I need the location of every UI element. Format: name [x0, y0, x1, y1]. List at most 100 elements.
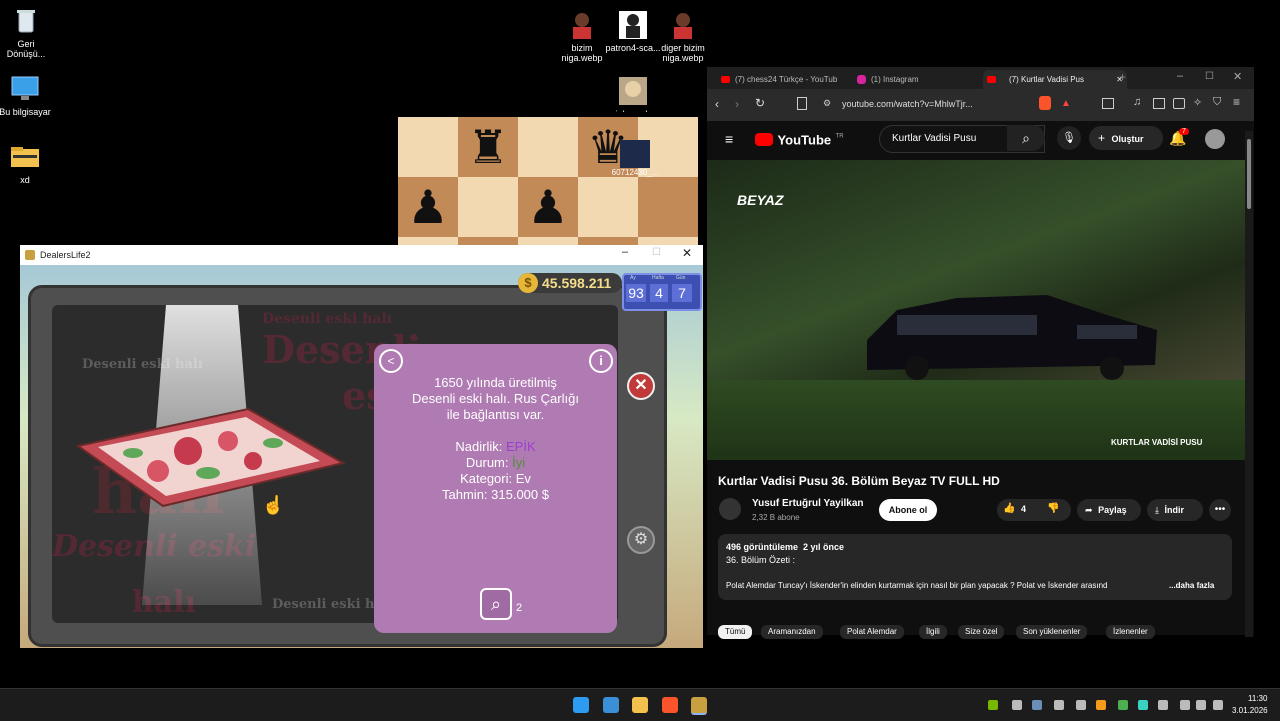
avatar[interactable] [1205, 129, 1225, 149]
brave-browser-icon[interactable] [662, 697, 678, 713]
maximize-button[interactable]: ☐ [1205, 71, 1214, 82]
more-actions-button[interactable]: ••• [1209, 499, 1231, 521]
magnifier-icon: ⌕ [490, 594, 502, 614]
dealerslife2-app-icon[interactable] [691, 697, 707, 715]
clock-time[interactable]: 11:30 [1248, 694, 1267, 703]
scrollbar[interactable] [1245, 131, 1253, 637]
share-icon[interactable]: < [379, 349, 403, 373]
desktop-icon-patron4[interactable]: patron4-sca... [605, 10, 661, 53]
tab-chess24[interactable]: (7) chess24 Türkçe - YouTub [717, 70, 861, 89]
info-icon[interactable]: i [589, 349, 613, 373]
settings-gear-button[interactable]: ⚙ [627, 526, 655, 554]
download-button[interactable]: ⤓ İndir [1147, 499, 1203, 521]
tray-app-icon[interactable] [1118, 700, 1128, 710]
chip-polat-alemdar[interactable]: Polat Alemdar [840, 625, 904, 639]
toolbar-icon[interactable] [1102, 98, 1114, 109]
vpn-icon[interactable]: ⛉ [1213, 96, 1221, 109]
like-button[interactable]: 👍 [1003, 503, 1015, 514]
chip-watched[interactable]: İzlenenler [1106, 625, 1155, 639]
tray-steam-icon[interactable] [1032, 700, 1042, 710]
hamburger-menu-icon[interactable]: ≡ [725, 131, 733, 147]
battery-icon[interactable] [1213, 700, 1223, 710]
show-more-link[interactable]: ...daha fazla [1169, 581, 1214, 590]
tray-nvidia-icon[interactable] [988, 700, 998, 710]
sidebar-icon[interactable] [1153, 98, 1165, 109]
photos-app-icon[interactable] [603, 697, 619, 713]
minimize-button[interactable]: – [622, 246, 628, 258]
url-field[interactable]: youtube.com/watch?v=MhlwTjr... [842, 99, 973, 109]
chip-all[interactable]: Tümü [718, 625, 753, 639]
desktop-icon-60712430[interactable]: 60712430_... [608, 140, 662, 177]
new-tab-button[interactable]: + [1119, 70, 1126, 84]
close-button[interactable]: ✕ [682, 246, 692, 260]
maximize-button[interactable]: ☐ [652, 247, 661, 258]
black-pawn-icon[interactable]: ♟ [518, 177, 578, 237]
start-windows-icon[interactable] [573, 697, 589, 713]
forward-icon[interactable]: › [735, 97, 739, 111]
chip-related[interactable]: İlgili [919, 625, 947, 639]
black-pawn-icon[interactable]: ♟ [398, 177, 458, 237]
share-button[interactable]: ➦ Paylaş [1077, 499, 1141, 521]
desktop-icon-folder-xd[interactable]: xd [0, 142, 53, 185]
menu-icon[interactable]: ≡ [1233, 95, 1240, 109]
desktop-icon-bizim-niga[interactable]: bizim niga.webp [554, 10, 610, 63]
carpet-image[interactable] [68, 401, 348, 511]
scrollbar-thumb[interactable] [1247, 139, 1251, 209]
back-icon[interactable]: ‹ [715, 97, 719, 111]
black-rook-icon[interactable]: ♜ [458, 117, 518, 177]
site-info-icon[interactable]: ⚙ [823, 98, 831, 109]
brave-shield-icon[interactable] [1039, 96, 1051, 110]
wallet-icon[interactable] [1173, 98, 1185, 109]
dealerslife2-window[interactable]: DealersLife2 – ☐ ✕ Desenli eski halı Des… [20, 245, 703, 648]
tab-kurtlar-vadisi[interactable]: (7) Kurtlar Vadisi Pus ✕ [983, 70, 1127, 89]
description-box[interactable]: 496 görüntüleme 2 yıl önce 36. Bölüm Öze… [718, 534, 1232, 600]
youtube-logo[interactable]: YouTube TR [755, 131, 844, 149]
chip-from-search[interactable]: Aramanızdan [761, 625, 823, 639]
desktop-icon-recycle-bin[interactable]: Geri Dönüşü... [0, 6, 54, 59]
chip-for-you[interactable]: Size özel [958, 625, 1005, 639]
file-explorer-icon[interactable] [632, 697, 648, 713]
subscribe-button[interactable]: Abone ol [879, 499, 937, 521]
desktop-icon-diger-bizim-niga[interactable]: diger bizim niga.webp [655, 10, 711, 63]
volume-icon[interactable] [1196, 700, 1206, 710]
rewards-icon[interactable]: ▲ [1061, 98, 1071, 109]
tray-app-icon[interactable] [1076, 700, 1086, 710]
board-square[interactable] [578, 177, 638, 237]
channel-avatar[interactable] [719, 498, 741, 520]
reload-icon[interactable]: ↻ [755, 96, 765, 110]
minimize-button[interactable]: – [1177, 70, 1183, 82]
tray-app-icon[interactable] [1054, 700, 1064, 710]
tray-app-icon[interactable] [1012, 700, 1022, 710]
window-titlebar[interactable]: DealersLife2 – ☐ ✕ [20, 245, 703, 265]
board-square[interactable] [458, 177, 518, 237]
chess-board-window[interactable]: ♜ ♛ ♟ ♟ 60712430_... [394, 112, 706, 252]
leo-ai-icon[interactable]: ✧ [1193, 96, 1202, 109]
media-icon[interactable]: ♫ [1133, 96, 1141, 108]
clock-date[interactable]: 3.01.2026 [1232, 706, 1268, 715]
dislike-button[interactable]: 👎 [1047, 503, 1059, 514]
close-panel-button[interactable]: ✕ [627, 372, 655, 400]
network-icon[interactable] [1180, 700, 1190, 710]
close-button[interactable]: ✕ [1233, 70, 1242, 83]
board-square[interactable] [638, 177, 698, 237]
create-button[interactable]: + Oluştur [1089, 126, 1163, 150]
voice-search-button[interactable]: 🎙 [1057, 126, 1081, 150]
inspect-button[interactable]: ⌕ [480, 588, 512, 620]
board-square[interactable] [518, 117, 578, 177]
money-display: $ 45.598.211 [518, 273, 622, 293]
video-player[interactable]: BEYAZ KURTLAR VADİSİ PUSU [707, 160, 1245, 460]
views-date: 496 görüntüleme 2 yıl önce [726, 542, 845, 552]
tray-app-icon[interactable] [1138, 700, 1148, 710]
channel-name[interactable]: Yusuf Ertuğrul Yayilkan [752, 498, 864, 509]
chip-recently-uploaded[interactable]: Son yüklenenler [1016, 625, 1088, 639]
search-button[interactable]: ⌕ [1007, 125, 1045, 151]
board-square[interactable] [398, 117, 458, 177]
bookmark-icon[interactable] [797, 97, 807, 110]
desktop-icon-this-pc[interactable]: Bu bilgisayar [0, 74, 53, 117]
tab-instagram[interactable]: (1) Instagram [853, 70, 991, 89]
tray-app-icon[interactable] [1096, 700, 1106, 710]
search-input[interactable]: Kurtlar Vadisi Pusu [892, 133, 976, 144]
browser-window[interactable]: (7) chess24 Türkçe - YouTub (1) Instagra… [707, 67, 1254, 639]
game-scene[interactable]: Desenli eski halı Desenli eski halı Dese… [20, 265, 703, 648]
microphone-icon[interactable] [1158, 700, 1168, 710]
